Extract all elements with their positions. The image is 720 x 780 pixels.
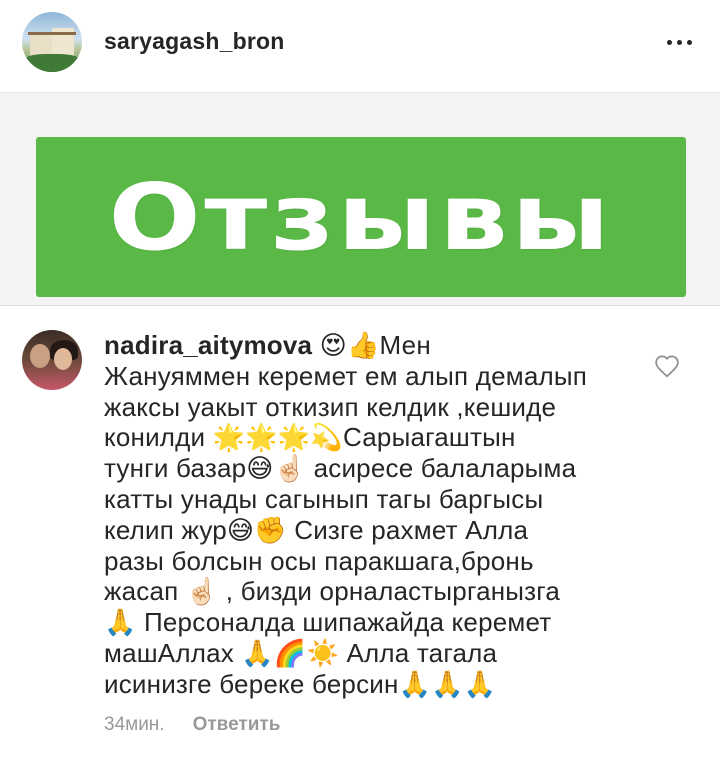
post-header: saryagash_bron xyxy=(0,0,720,93)
comment: nadira_aitymova 😍👍Мен Жануяммен керемет … xyxy=(0,306,720,780)
comment-line: жасап ☝🏻 , бизди орналастырганызга xyxy=(104,576,561,607)
commenter-avatar[interactable] xyxy=(22,330,82,390)
comment-line: Жануяммен керемет ем алып демалып xyxy=(104,360,588,391)
comment-line: исинизге береке берсин🙏🙏🙏 xyxy=(104,668,497,699)
account-avatar[interactable] xyxy=(22,12,82,72)
reply-button[interactable]: Ответить xyxy=(193,714,281,735)
post-username[interactable]: saryagash_bron xyxy=(104,28,285,55)
comment-line: разы болсын осы паракшага,бронь xyxy=(104,545,534,576)
comment-body: nadira_aitymova 😍👍Мен Жануяммен керемет … xyxy=(104,330,624,700)
comment-line: жаксы уакыт откизип келдик ,кешиде xyxy=(104,391,557,422)
post-image: Отзывы xyxy=(0,93,720,306)
comment-username[interactable]: nadira_aitymova xyxy=(104,330,312,360)
heart-icon[interactable] xyxy=(654,354,680,378)
comment-meta: 34мин. Ответить xyxy=(104,714,280,736)
reviews-banner: Отзывы xyxy=(36,137,686,297)
comment-line: 😍👍Мен xyxy=(312,330,431,360)
comment-line: конилди 🌟🌟🌟💫Сарыагаштын xyxy=(104,422,516,453)
comment-line: тунги базар😅☝🏻 асиресе балаларыма xyxy=(104,453,577,484)
comment-line: 🙏 Персоналда шипажайда керемет xyxy=(104,607,552,638)
comment-line: келип жур😅✊ Сизге рахмет Алла xyxy=(104,514,529,545)
comment-line: катты унады сагынып тагы баргысы xyxy=(104,483,544,514)
comment-time: 34мин. xyxy=(104,714,165,735)
more-options-icon[interactable] xyxy=(655,30,703,54)
banner-title: Отзывы xyxy=(108,163,614,271)
comment-line: машАллах 🙏🌈☀️ Алла тагала xyxy=(104,637,498,668)
